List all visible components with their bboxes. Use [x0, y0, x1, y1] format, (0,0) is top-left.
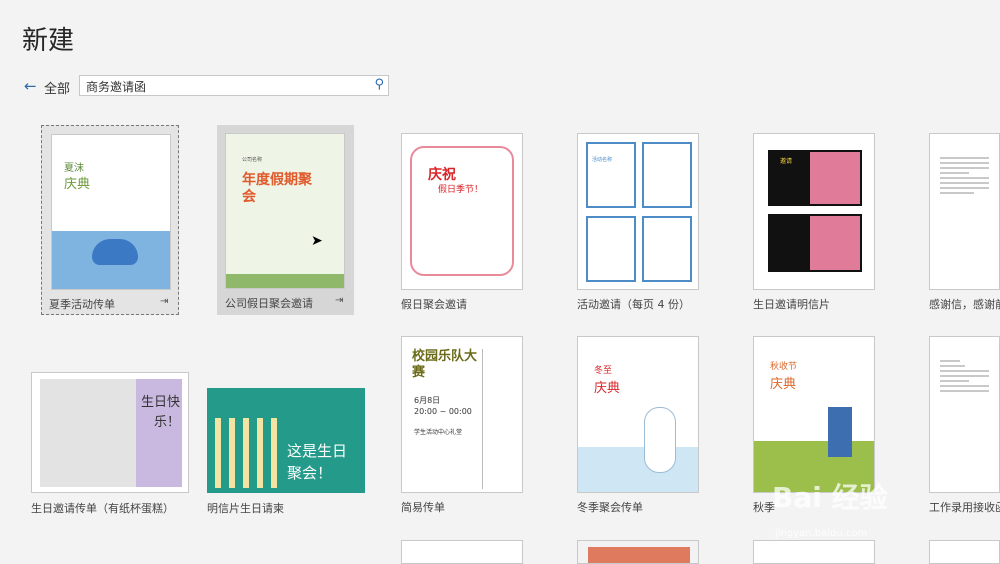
template-tile-birthday-postcard-invite[interactable]: 这是生日聚会！ 明信片生日请柬	[207, 388, 365, 518]
template-thumbnail-partial[interactable]	[401, 540, 523, 564]
divider	[482, 349, 483, 489]
scarecrow-illustration	[828, 407, 852, 457]
thumb-subtitle: 公司名称	[242, 157, 263, 163]
thumb-title: 生日快乐！	[140, 395, 180, 430]
candles-illustration	[215, 418, 279, 488]
breadcrumb-all[interactable]: 全部	[44, 78, 70, 97]
thumb-title: 这是生日聚会！	[287, 442, 348, 482]
template-thumbnail	[929, 133, 1000, 290]
snowman-illustration	[644, 407, 676, 473]
card-frame	[586, 216, 636, 282]
template-label: 活动邀请（每页 4 份）	[577, 298, 690, 311]
thumb-title: 校园乐队大赛	[412, 349, 478, 380]
watermark-url: jingyan.baidu.com	[775, 528, 868, 539]
thumb-place: 学生活动中心礼堂	[414, 429, 463, 436]
template-thumbnail: 庆祝 假日季节！	[401, 133, 523, 290]
template-thumbnail-partial[interactable]	[929, 540, 1000, 564]
thumb-title: 秋收节	[770, 362, 798, 372]
template-thumbnail: 夏沫 庆典	[51, 134, 171, 290]
card-frame	[642, 142, 692, 208]
template-thumbnail: 生日快乐！	[31, 372, 189, 493]
template-thumbnail-partial[interactable]	[577, 540, 699, 564]
template-tile-summer[interactable]: 夏沫 庆典 夏季活动传单 ⇥	[41, 125, 179, 315]
template-thumbnail: 冬至 庆典	[577, 336, 699, 493]
thumb-subtitle: 庆典	[770, 377, 797, 392]
template-tile-birthday-cupcake[interactable]: 生日快乐！ 生日邀请传单（有纸杯蛋糕）	[31, 372, 189, 517]
thumb-date: 6月8日	[414, 396, 441, 405]
snow-illustration	[578, 447, 698, 492]
template-thumbnail: 秋收节 庆典	[753, 336, 875, 493]
star-border	[226, 274, 344, 288]
template-tile-simple-flyer[interactable]: 校园乐队大赛 6月8日 20:00 ~ 00:00 学生活动中心礼堂 简易传单	[401, 336, 523, 516]
template-label: 明信片生日请柬	[207, 502, 284, 515]
thumb-title: 冬至	[594, 366, 613, 376]
template-tile-winter-flyer[interactable]: 冬至 庆典 冬季聚会传单	[577, 336, 699, 516]
thumb-frame	[410, 146, 514, 276]
template-thumbnail: 邀请	[753, 133, 875, 290]
template-tile-thank-you[interactable]: 感谢信，感谢前任	[929, 133, 1000, 313]
template-label: 冬季聚会传单	[577, 501, 643, 514]
template-thumbnail: 活动名称	[577, 133, 699, 290]
template-tile-holiday-party[interactable]: 庆祝 假日季节！ 假日聚会邀请	[401, 133, 523, 313]
thumb-title: 夏沫	[64, 163, 84, 174]
search-box[interactable]: ⚲	[79, 75, 389, 96]
pin-icon[interactable]: ⇥	[160, 296, 168, 307]
thumb-subtitle: 庆典	[64, 177, 91, 192]
template-label: 感谢信，感谢前任	[929, 298, 1000, 311]
template-tile-job-acceptance[interactable]: 工作录用接收函	[929, 336, 1000, 516]
template-tile-company-party[interactable]: 公司名称 年度假期聚会 公司假日聚会邀请 ⇥	[217, 125, 354, 315]
search-input[interactable]	[80, 77, 366, 96]
thumb-title: 年度假期聚会	[242, 172, 312, 205]
template-label: 夏季活动传单	[49, 298, 115, 311]
thumb-time: 20:00 ~ 00:00	[414, 407, 472, 416]
template-label: 公司假日聚会邀请	[225, 297, 313, 310]
template-thumbnail: 这是生日聚会！	[207, 388, 365, 493]
template-label: 假日聚会邀请	[401, 298, 467, 311]
template-tile-birthday-postcard[interactable]: 邀请 生日邀请明信片	[753, 133, 875, 313]
template-thumbnail: 公司名称 年度假期聚会	[225, 133, 345, 289]
search-icon[interactable]: ⚲	[374, 77, 384, 92]
thumb-title: 活动名称	[592, 157, 613, 163]
child-photo	[810, 152, 860, 204]
back-arrow-icon[interactable]: ←	[24, 77, 37, 95]
cupcake-photo	[40, 379, 138, 487]
template-label: 生日邀请传单（有纸杯蛋糕）	[31, 502, 174, 515]
template-label: 工作录用接收函	[929, 501, 1000, 514]
thumb-title: 庆祝	[428, 167, 456, 183]
thumb-subtitle: 假日季节！	[438, 185, 484, 195]
child-photo	[810, 216, 860, 270]
template-thumbnail	[929, 336, 1000, 493]
thumb-title: 邀请	[780, 158, 793, 165]
whale-illustration	[92, 239, 138, 265]
page-title: 新建	[22, 26, 75, 56]
thumb-banner	[588, 547, 690, 563]
template-thumbnail-partial[interactable]	[753, 540, 875, 564]
template-label: 生日邀请明信片	[753, 298, 830, 311]
thumb-subtitle: 庆典	[594, 381, 621, 396]
template-tile-event-invite[interactable]: 活动名称 活动邀请（每页 4 份）	[577, 133, 699, 313]
template-label: 简易传单	[401, 501, 445, 514]
mouse-cursor-icon: ➤	[311, 233, 323, 249]
pin-icon[interactable]: ⇥	[335, 295, 343, 306]
template-thumbnail: 校园乐队大赛 6月8日 20:00 ~ 00:00 学生活动中心礼堂	[401, 336, 523, 493]
card-frame	[642, 216, 692, 282]
card-frame	[586, 142, 636, 208]
watermark-logo: Bai 经验	[772, 481, 888, 514]
